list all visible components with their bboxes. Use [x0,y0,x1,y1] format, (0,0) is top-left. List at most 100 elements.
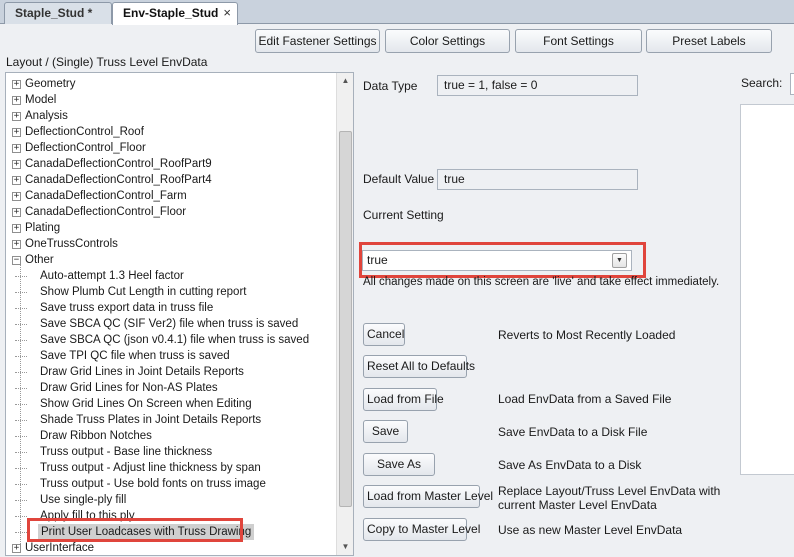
tree-connector [15,340,27,341]
cancel-description: Reverts to Most Recently Loaded [498,328,676,342]
tree-child-item[interactable]: Show Grid Lines On Screen when Editing [6,396,338,412]
tree-child-item[interactable]: Auto-attempt 1.3 Heel factor [6,268,338,284]
tree-connector [15,484,27,485]
load-from-file-button[interactable]: Load from File [363,388,444,411]
tree-item-label: Model [25,94,57,106]
expand-icon[interactable]: + [12,208,21,217]
collapse-icon[interactable]: − [12,256,21,265]
expand-icon[interactable]: + [12,544,21,553]
preset-labels-button[interactable]: Preset Labels [646,29,772,53]
data-type-field: true = 1, false = 0 [437,75,638,96]
tree-item-label: Truss output - Base line thickness [40,446,213,458]
save-as-button[interactable]: Save As [363,453,435,476]
data-type-label: Data Type [363,79,418,93]
tree-child-item[interactable]: Save SBCA QC (SIF Ver2) file when truss … [6,316,338,332]
expand-icon[interactable]: + [12,112,21,121]
tree-connector [15,516,27,517]
settings-tree[interactable]: + Geometry + Model + Analysis + Deflecti… [5,72,354,556]
tree-item-label: Save SBCA QC (json v0.4.1) file when tru… [40,334,310,346]
tree-item-label: CanadaDeflectionControl_Floor [25,206,187,218]
color-settings-button[interactable]: Color Settings [385,29,510,53]
tree-item-label: CanadaDeflectionControl_Farm [25,190,187,202]
tree-item-label: Truss output - Adjust line thickness by … [40,462,261,474]
tree-connector [15,324,27,325]
tree-connector [15,532,27,533]
current-setting-value: true [367,253,388,267]
tree-item-label: Plating [25,222,61,234]
expand-icon[interactable]: + [12,176,21,185]
chevron-down-icon[interactable]: ▼ [612,253,627,268]
tree-connector [15,292,27,293]
tree-connector [15,468,27,469]
tree-item-label: Save TPI QC file when truss is saved [40,350,230,362]
tree-child-item[interactable]: Draw Ribbon Notches [6,428,338,444]
tab-strip: Staple_Stud * Env-Staple_Stud × [0,0,794,25]
tree-item-label: Draw Grid Lines for Non-AS Plates [40,382,218,394]
tree-scrollbar[interactable]: ▲ ▼ [336,73,353,555]
scroll-thumb[interactable] [339,131,352,507]
font-settings-button[interactable]: Font Settings [515,29,642,53]
tree-item-label: Show Plumb Cut Length in cutting report [40,286,247,298]
tree-item-label: OneTrussControls [25,238,118,250]
expand-icon[interactable]: + [12,80,21,89]
load-from-master-description-line2: current Master Level EnvData [498,498,657,512]
close-icon[interactable]: × [223,3,231,23]
tab-env-staple-stud[interactable]: Env-Staple_Stud × [112,2,238,25]
selected-item-highlight [27,518,243,542]
tree-connector [15,356,27,357]
tree-connector [15,436,27,437]
tree-connector [15,500,27,501]
search-results-list[interactable] [740,104,794,475]
expand-icon[interactable]: + [12,128,21,137]
save-as-description: Save As EnvData to a Disk [498,458,642,472]
edit-fastener-settings-button[interactable]: Edit Fastener Settings [255,29,380,53]
tree-child-item[interactable]: Truss output - Base line thickness [6,444,338,460]
tree-child-item[interactable]: Show Plumb Cut Length in cutting report [6,284,338,300]
expand-icon[interactable]: + [12,96,21,105]
tree-child-item[interactable]: Save TPI QC file when truss is saved [6,348,338,364]
tree-item-label: Other [25,254,54,266]
reset-defaults-button[interactable]: Reset All to Defaults [363,355,475,378]
tree-connector [15,372,27,373]
load-from-master-button[interactable]: Load from Master Level [363,485,493,508]
breadcrumb: Layout / (Single) Truss Level EnvData [6,55,208,69]
tree-item-label: DeflectionControl_Roof [25,126,144,138]
search-input[interactable] [790,73,794,95]
tab-staple-stud[interactable]: Staple_Stud * [4,2,112,24]
tree-item-label: CanadaDeflectionControl_RoofPart4 [25,174,212,186]
tree-connector [15,276,27,277]
expand-icon[interactable]: + [12,224,21,233]
tree-child-item[interactable]: Use single-ply fill [6,492,338,508]
tree-child-item[interactable]: Truss output - Adjust line thickness by … [6,460,338,476]
current-setting-label: Current Setting [363,208,444,222]
tree-child-item[interactable]: Truss output - Use bold fonts on truss i… [6,476,338,492]
tree-item-label: CanadaDeflectionControl_RoofPart9 [25,158,212,170]
tree-connector [15,452,27,453]
scroll-down-icon[interactable]: ▼ [337,539,353,555]
tree-child-item[interactable]: Draw Grid Lines in Joint Details Reports [6,364,338,380]
tree-connector [15,420,27,421]
tree-item-label: Shade Truss Plates in Joint Details Repo… [40,414,262,426]
search-label: Search: [741,76,783,90]
tree-connector [15,308,27,309]
tree-child-item[interactable]: Shade Truss Plates in Joint Details Repo… [6,412,338,428]
expand-icon[interactable]: + [12,192,21,201]
live-changes-note: All changes made on this screen are 'liv… [363,276,720,288]
save-description: Save EnvData to a Disk File [498,425,648,439]
expand-icon[interactable]: + [12,160,21,169]
expand-icon[interactable]: + [12,240,21,249]
expand-icon[interactable]: + [12,144,21,153]
cancel-button[interactable]: Cancel [363,323,405,346]
tree-item-label: Draw Ribbon Notches [40,430,152,442]
current-setting-dropdown[interactable]: true ▼ [362,250,632,271]
scroll-up-icon[interactable]: ▲ [337,73,353,89]
save-button[interactable]: Save [363,420,408,443]
tab-label: Staple_Stud * [15,6,93,20]
tree-item-label: Geometry [25,78,76,90]
tree-child-item[interactable]: Save SBCA QC (json v0.4.1) file when tru… [6,332,338,348]
tree-child-item[interactable]: Save truss export data in truss file [6,300,338,316]
copy-to-master-button[interactable]: Copy to Master Level [363,518,480,541]
tree-child-item[interactable]: Draw Grid Lines for Non-AS Plates [6,380,338,396]
tree-connector [15,388,27,389]
tree-item-label: DeflectionControl_Floor [25,142,146,154]
